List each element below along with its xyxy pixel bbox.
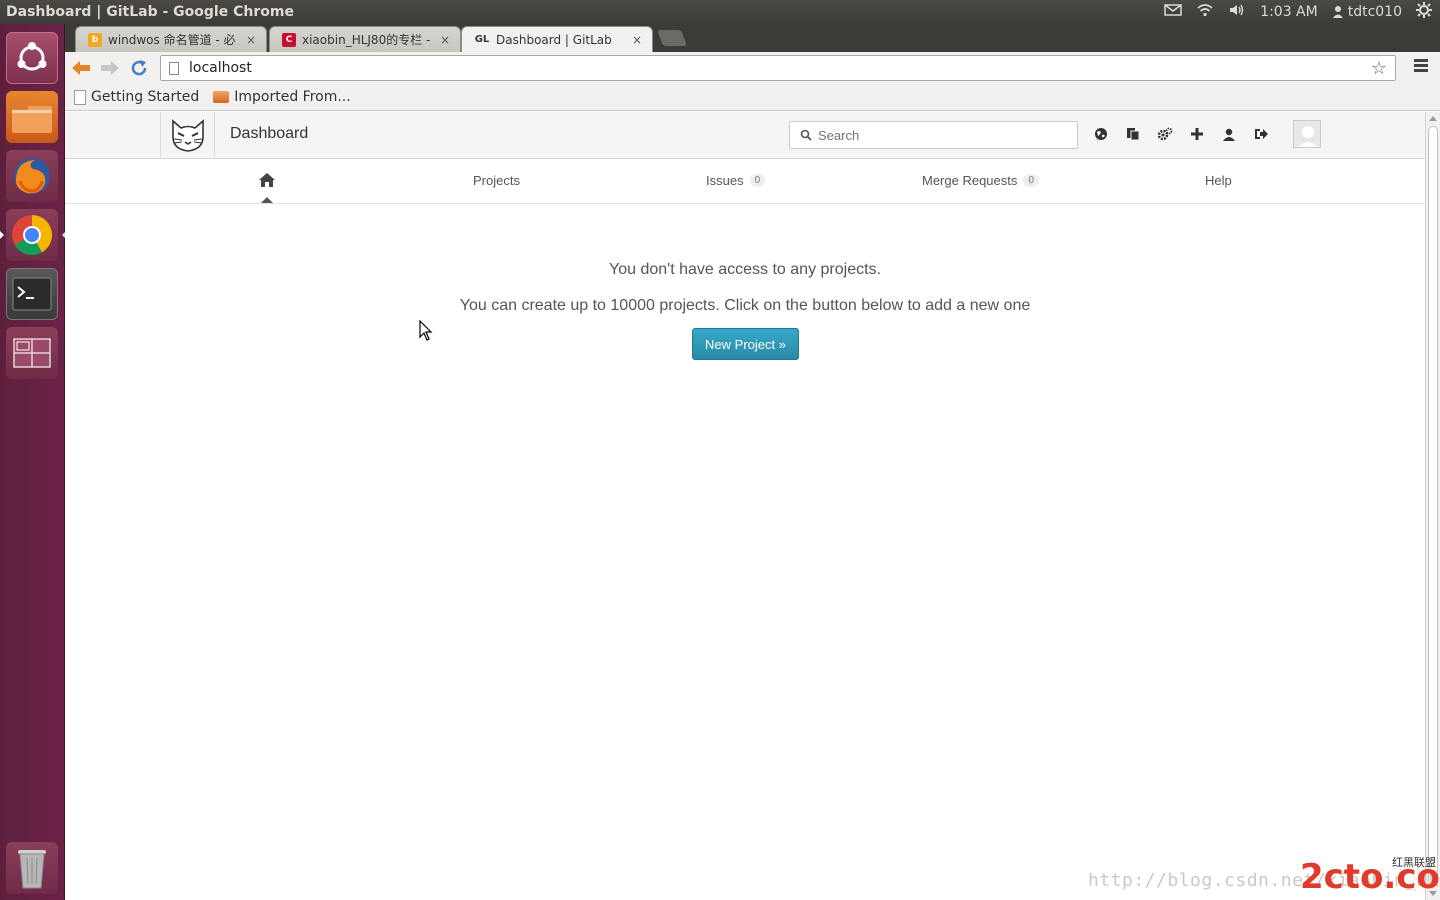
csdn-favicon-icon: C [282,32,296,47]
avatar[interactable] [1293,120,1321,148]
globe-icon[interactable] [1093,124,1109,144]
gitlab-logo[interactable] [160,112,215,159]
ubuntu-dash-button[interactable] [6,32,58,84]
issues-count-badge: 0 [749,174,766,187]
bing-favicon-icon: b [88,32,102,47]
scrollbar-thumb[interactable] [1428,126,1438,886]
tab-bing[interactable]: b windwos 命名管道 - 必应 Bi × [75,26,267,52]
forward-arrow-icon [101,61,119,75]
page-viewport: Dashboard Search Projects Issues 0 Merge… [65,112,1425,900]
ubuntu-logo-icon [17,42,47,71]
copy-icon[interactable] [1125,124,1141,144]
home-icon [259,173,275,187]
unity-launcher [0,24,66,900]
wifi-icon[interactable] [1196,3,1214,21]
reload-icon [131,60,147,76]
nav-projects[interactable]: Projects [473,173,520,188]
mouse-cursor-icon [419,319,433,346]
page-title: Dashboard [230,125,309,142]
scroll-up-arrow-icon[interactable] [1429,116,1437,121]
tab-close-icon[interactable]: × [246,33,256,47]
nav-label: Issues [706,173,744,188]
empty-state-title: You don't have access to any projects. [609,261,881,278]
nav-label: Merge Requests [922,173,1018,188]
vertical-scrollbar[interactable] [1425,112,1440,900]
gitlab-cat-logo-icon [171,118,204,152]
power-gear-icon[interactable] [1416,2,1432,22]
active-nav-indicator [261,197,273,203]
workspace-switcher-button[interactable] [6,327,58,379]
user-menu[interactable]: tdtc010 [1332,4,1402,20]
user-name: tdtc010 [1347,4,1402,20]
nav-help[interactable]: Help [1205,173,1232,188]
volume-icon[interactable] [1228,3,1246,21]
trash-launcher-button[interactable] [6,842,58,894]
bookmark-star-icon[interactable]: ☆ [1371,58,1387,79]
merge-requests-count-badge: 0 [1023,174,1039,187]
terminal-icon [12,277,52,311]
mail-icon[interactable] [1164,3,1182,21]
firefox-icon [14,158,50,194]
person-icon [1332,6,1343,18]
nav-issues[interactable]: Issues 0 [706,173,766,188]
tab-close-icon[interactable]: × [440,33,450,47]
bookmark-label: Imported From... [234,89,351,105]
browser-toolbar: localhost ☆ [65,52,1440,84]
new-tab-button[interactable] [657,30,687,46]
tab-csdn[interactable]: C xiaobin_HLJ80的专栏 - 博 × [269,26,461,52]
signout-icon[interactable] [1253,124,1269,144]
forward-button[interactable] [97,55,123,81]
nav-label: Projects [473,173,520,188]
folder-icon [213,91,230,103]
gitlab-header: Dashboard [65,112,1425,159]
new-project-button[interactable]: New Project » [692,328,799,360]
page-icon [169,61,179,75]
chrome-icon [12,215,52,255]
bookmark-folder-imported[interactable]: Imported From... [213,89,351,105]
plus-icon[interactable] [1189,124,1205,144]
firefox-launcher-button[interactable] [6,150,58,202]
empty-state-text: You can create up to 10000 projects. Cli… [459,297,1031,314]
gitlab-favicon-icon: GL [474,34,490,45]
url-text: localhost [189,60,252,76]
nav-label: Help [1205,173,1232,188]
files-launcher-button[interactable] [6,91,58,143]
chrome-menu-button[interactable] [1414,59,1428,74]
trash-icon [18,850,46,889]
cogs-icon[interactable] [1157,124,1173,144]
window-title: Dashboard | GitLab - Google Chrome [6,4,294,20]
header-icon-group [1093,124,1269,144]
folder-icon [12,102,52,133]
tab-label: xiaobin_HLJ80的专栏 - 博 [302,33,430,47]
indicator-area: 1:03 AM tdtc010 [1164,2,1440,22]
tab-label: Dashboard | GitLab [496,32,612,47]
bookmarks-bar: Getting Started Imported From... [65,84,1440,111]
nav-merge-requests[interactable]: Merge Requests 0 [922,173,1039,188]
page-icon [74,89,86,105]
search-icon [800,129,812,141]
tab-gitlab-dashboard[interactable]: GL Dashboard | GitLab × [461,26,653,52]
tab-label: windwos 命名管道 - 必应 Bi [108,33,236,47]
chrome-launcher-button[interactable] [0,209,66,261]
address-bar[interactable]: localhost ☆ [160,55,1396,81]
bookmark-getting-started[interactable]: Getting Started [74,89,199,105]
bookmark-label: Getting Started [91,89,200,105]
system-top-panel: Dashboard | GitLab - Google Chrome 1:03 … [0,0,1440,24]
back-button[interactable] [68,55,94,81]
terminal-launcher-button[interactable] [6,268,58,320]
workspace-icon [13,338,51,368]
search-box[interactable] [789,121,1078,149]
tab-strip: b windwos 命名管道 - 必应 Bi × C xiaobin_HLJ80… [65,24,1440,52]
clock[interactable]: 1:03 AM [1260,4,1318,20]
watermark-logo: 2cto.com 红黑联盟 [1300,852,1440,897]
reload-button[interactable] [126,55,152,81]
search-input[interactable] [818,127,1068,143]
watermark-logo-sub: 红黑联盟 [1392,856,1436,869]
tab-close-icon[interactable]: × [632,33,642,47]
main-nav: Projects Issues 0 Merge Requests 0 Help [65,159,1425,204]
user-icon[interactable] [1221,124,1237,144]
nav-home[interactable] [258,172,276,188]
back-arrow-icon [72,61,90,75]
